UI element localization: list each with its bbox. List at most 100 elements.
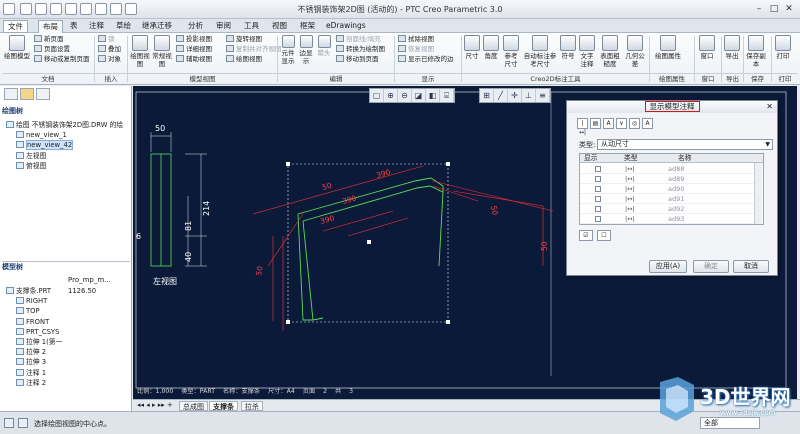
surface-finish-tab-icon[interactable]: ∨ — [616, 118, 627, 129]
table-row[interactable]: |↔| ad92 — [580, 204, 755, 214]
erase-view-button[interactable]: 拭除视图 — [398, 35, 434, 44]
drawing-properties-button[interactable]: 绘图属性 — [653, 35, 683, 60]
table-row[interactable]: |↔| ad89 — [580, 174, 755, 184]
folder-tab-icon[interactable] — [20, 88, 34, 100]
tab-table[interactable]: 表 — [66, 20, 82, 33]
overlay-button[interactable]: 叠加 — [98, 45, 121, 54]
select-all-icon[interactable]: ☑ — [579, 230, 593, 241]
tab-legacy[interactable]: 继承迁移 — [138, 20, 176, 33]
copy-align-view-button[interactable]: 复制并对齐视图 — [226, 45, 282, 54]
arrow-button[interactable]: 箭头 — [316, 35, 332, 57]
symbols-tab-icon[interactable]: ◎ — [629, 118, 640, 129]
symbol-button[interactable]: 符号 — [560, 35, 576, 60]
text-note-button[interactable]: 文字注释 — [578, 35, 596, 68]
favorites-tab-icon[interactable] — [36, 88, 50, 100]
status-icon[interactable] — [4, 418, 14, 428]
edge-display-button[interactable]: 边显示 — [298, 35, 314, 65]
model-tree-column-header[interactable]: Pro_mp_m... — [68, 276, 111, 284]
sheet-nav-icons[interactable]: ◂◂ ◂ ▸ ▸▸ + — [137, 401, 173, 409]
tab-analysis[interactable]: 分析 — [184, 20, 207, 33]
left-view-dim[interactable]: 6 — [136, 232, 141, 241]
model-tree-item[interactable]: RIGHT — [6, 296, 131, 306]
model-tree-item[interactable]: 注释 1 — [6, 368, 131, 378]
print-button[interactable]: 打印 — [774, 35, 792, 60]
gtol-tab-icon[interactable]: ▤ — [590, 118, 601, 129]
table-row[interactable]: |↔| ad93 — [580, 214, 755, 224]
model-tree-item[interactable]: 拉伸 2 — [6, 347, 131, 357]
iso-dim[interactable]: 50 — [540, 241, 549, 251]
repaint-icon[interactable]: ◪ — [412, 89, 426, 102]
table-row[interactable]: |↔| ad91 — [580, 194, 755, 204]
minimize-button[interactable]: – — [752, 3, 766, 15]
show-checkbox[interactable] — [595, 196, 601, 202]
ok-button[interactable]: 确定 — [693, 260, 729, 273]
new-page-button[interactable]: 新页面 — [34, 35, 64, 44]
tab-frame[interactable]: 框架 — [296, 20, 319, 33]
tab-view[interactable]: 视图 — [268, 20, 291, 33]
reference-dimension-button[interactable]: 参考尺寸 — [502, 35, 520, 68]
dialog-close-icon[interactable]: ✕ — [766, 102, 773, 111]
convert-to-draft-button[interactable]: 转换为绘制图 — [336, 45, 385, 54]
group-label-save[interactable]: 保存 — [744, 73, 771, 84]
model-tree-item[interactable]: PRT_CSYS — [6, 327, 131, 337]
datum-planes-icon[interactable]: ⊞ — [480, 89, 494, 102]
sheet-tab[interactable]: 拉杀 — [241, 401, 263, 411]
model-tree-item[interactable]: 拉伸 1(第一 — [6, 337, 131, 347]
show-checkbox[interactable] — [595, 216, 601, 222]
object-button[interactable]: 对象 — [98, 55, 121, 64]
zoom-out-icon[interactable]: ⊖ — [398, 89, 412, 102]
left-view-dim[interactable]: 214 — [202, 201, 211, 216]
left-view-dim[interactable]: 40 — [184, 252, 193, 262]
auto-ref-dimension-button[interactable]: 自动标注参考尺寸 — [522, 35, 558, 68]
annotations-icon[interactable]: ≡ — [536, 89, 550, 102]
datum-tab-icon[interactable]: A — [642, 118, 653, 129]
group-label-edit[interactable]: 编辑 — [278, 73, 394, 84]
sheet-tab[interactable]: 总成图 — [179, 401, 208, 411]
tab-tools[interactable]: 工具 — [240, 20, 263, 33]
tab-review[interactable]: 审阅 — [212, 20, 235, 33]
iso-dim[interactable]: 50 — [321, 181, 333, 192]
drawing-tree-tab-icon[interactable] — [4, 88, 18, 100]
notes-tab-icon[interactable]: A — [603, 118, 614, 129]
auxiliary-view-button[interactable]: 辅助视图 — [176, 55, 212, 64]
csys-icon[interactable]: ⊥ — [522, 89, 536, 102]
move-to-page-button[interactable]: 移动到页面 — [336, 55, 379, 64]
resume-view-button[interactable]: 恢复视图 — [398, 45, 434, 54]
window-button[interactable]: 窗口 — [698, 35, 716, 60]
tab-layout[interactable]: 布局 — [38, 20, 63, 33]
datum-axes-icon[interactable]: ╱ — [494, 89, 508, 102]
show-checkbox[interactable] — [595, 166, 601, 172]
model-tree-item[interactable]: 拉伸 3 — [6, 357, 131, 367]
tree-item-view[interactable]: new_view_1 — [6, 130, 123, 140]
show-modified-edges-button[interactable]: 显示已修改的边 — [398, 55, 454, 64]
general-view-button[interactable]: 常规视图 — [152, 35, 172, 68]
geometric-tolerance-button[interactable]: 几何公差 — [624, 35, 646, 68]
group-label-display[interactable]: 显示 — [395, 73, 461, 84]
surface-roughness-button[interactable]: 表面粗糙度 — [598, 35, 622, 68]
iso-dim[interactable]: 390 — [375, 167, 391, 179]
iso-dim[interactable]: 50 — [254, 265, 265, 276]
close-button[interactable]: ✕ — [782, 3, 796, 15]
maximize-button[interactable]: □ — [767, 3, 781, 15]
deselect-all-icon[interactable]: ☐ — [597, 230, 611, 241]
page-setup-button[interactable]: 页面设置 — [34, 45, 70, 54]
group-label-insert[interactable]: 插入 — [95, 73, 127, 84]
group-label-creo2d[interactable]: Creo2D标注工具 — [462, 73, 649, 84]
model-tree-item[interactable]: 注释 2 — [6, 378, 131, 388]
left-view-dim[interactable]: 50 — [155, 124, 165, 133]
tab-file[interactable]: 文件 — [3, 20, 28, 33]
drawing-view-button[interactable]: 绘图视图 — [130, 35, 150, 68]
model-tree-item[interactable]: FRONT — [6, 317, 131, 327]
saved-orientations-icon[interactable]: ⌸ — [440, 89, 454, 102]
left-view-dim[interactable]: 81 — [184, 221, 193, 231]
tree-item-view[interactable]: 俯视图 — [6, 161, 123, 171]
lock-button[interactable]: 锁 — [98, 35, 115, 44]
show-checkbox[interactable] — [595, 206, 601, 212]
drawing-view-small-button[interactable]: 绘图视图 — [226, 55, 262, 64]
zoom-in-icon[interactable]: ⊕ — [384, 89, 398, 102]
datum-points-icon[interactable]: ✛ — [508, 89, 522, 102]
iso-dim[interactable]: 50 — [489, 205, 500, 216]
dimensions-tab-icon[interactable]: |↔| — [577, 118, 588, 136]
tab-annotate[interactable]: 注释 — [85, 20, 108, 33]
save-copy-button[interactable]: 保存副本 — [745, 35, 767, 68]
